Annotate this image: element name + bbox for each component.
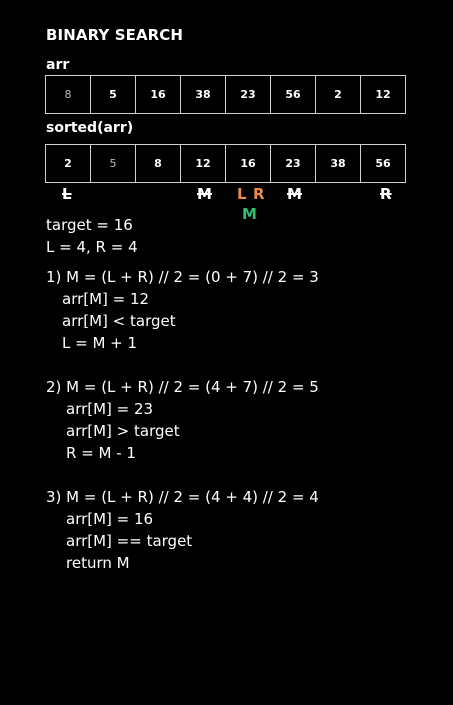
step-1-line: arr[M] = 12	[62, 290, 150, 308]
pointer-m-final: M	[242, 205, 257, 223]
pointer-r-current: R	[253, 185, 265, 203]
arr-cell: 5	[90, 75, 136, 114]
arr-cell: 56	[270, 75, 316, 114]
step-2-line: arr[M] = 23	[66, 400, 154, 418]
step-1-heading: 1) M = (L + R) // 2 = (0 + 7) // 2 = 3	[46, 268, 319, 286]
arr-cell: 12	[360, 75, 406, 114]
arr-cell: 38	[180, 75, 226, 114]
arr-label: arr	[46, 57, 70, 73]
step-3-line: arr[M] = 16	[66, 510, 154, 528]
pointer-m-step1: M	[197, 185, 212, 203]
step-3-line: return M	[66, 554, 130, 572]
sorted-cell: 5	[90, 144, 136, 183]
step-2-heading: 2) M = (L + R) // 2 = (4 + 7) // 2 = 5	[46, 378, 319, 396]
sorted-cell: 2	[45, 144, 91, 183]
step-3-line: arr[M] == target	[66, 532, 193, 550]
step-2-line: arr[M] > target	[66, 422, 180, 440]
target-line: target = 16	[46, 216, 133, 234]
arr-cell: 23	[225, 75, 271, 114]
page-title: BINARY SEARCH	[46, 26, 184, 44]
lr-line: L = 4, R = 4	[46, 238, 138, 256]
pointer-l-current: L	[237, 185, 247, 203]
step-2-line: R = M - 1	[66, 444, 136, 462]
arr-cell: 16	[135, 75, 181, 114]
step-3-heading: 3) M = (L + R) // 2 = (4 + 4) // 2 = 4	[46, 488, 319, 506]
pointer-m-step2: M	[287, 185, 302, 203]
pointer-r-old: R	[380, 185, 392, 203]
sorted-cell: 56	[360, 144, 406, 183]
arr-cell: 8	[45, 75, 91, 114]
step-1-line: L = M + 1	[62, 334, 138, 352]
pointer-l-old: L	[62, 185, 72, 203]
sorted-row: 2 5 8 12 16 23 38 56	[45, 144, 406, 183]
sorted-label: sorted(arr)	[46, 120, 134, 136]
sorted-cell: 23	[270, 144, 316, 183]
sorted-cell: 38	[315, 144, 361, 183]
sorted-cell: 16	[225, 144, 271, 183]
arr-cell: 2	[315, 75, 361, 114]
sorted-cell: 12	[180, 144, 226, 183]
arr-row: 8 5 16 38 23 56 2 12	[45, 75, 406, 114]
sorted-cell: 8	[135, 144, 181, 183]
step-1-line: arr[M] < target	[62, 312, 176, 330]
